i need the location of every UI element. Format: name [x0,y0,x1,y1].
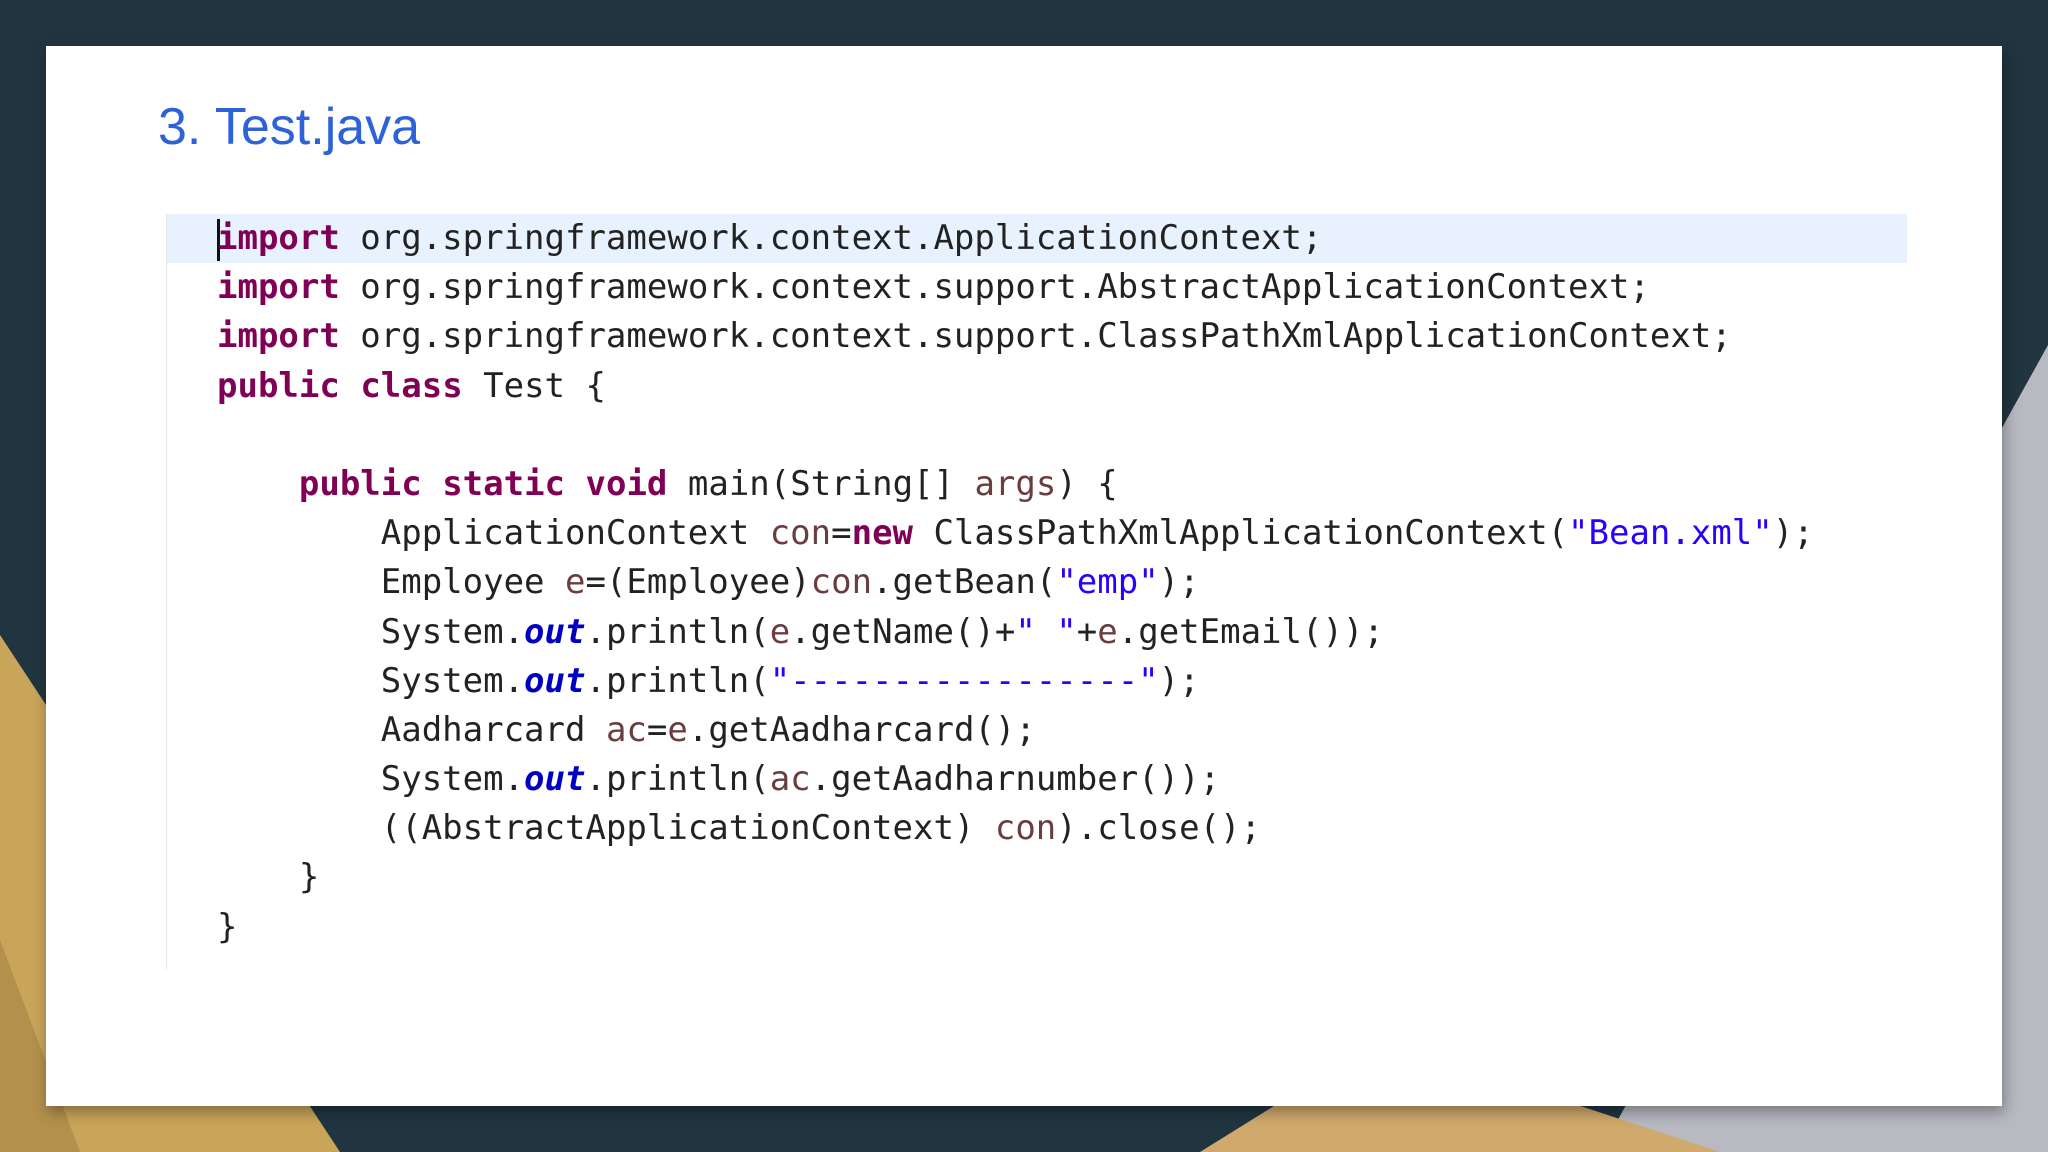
code-token-plain: .getAadharcard(); [687,709,1036,750]
code-line: } [217,903,1814,952]
code-token-plain: System. [217,611,525,652]
code-token-var: e [769,611,791,652]
code-line: public static void main(String[] args) { [217,460,1814,509]
code-token-var: e [667,709,688,750]
code-token-var: con [769,513,832,554]
code-token-plain: =(Employee) [585,562,811,603]
code-line: import org.springframework.context.Appli… [217,214,1814,263]
code-token-field: out [524,759,586,800]
code-token-str: "emp" [1056,562,1159,603]
code-token-plain: org.springframework.context.ApplicationC… [339,218,1323,258]
code-token-plain: .getName()+ [790,611,1016,652]
code-line: import org.springframework.context.suppo… [217,312,1814,361]
code-token-plain: System. [217,660,525,701]
code-token-plain: .getEmail()); [1117,611,1384,652]
code-token-plain: = [646,709,668,750]
code-token-str: "-----------------" [769,660,1159,701]
code-token-kw: public [217,365,340,406]
code-token-plain: ((AbstractApplicationContext) [217,808,995,849]
code-token-kw: class [360,365,463,406]
code-token-field: out [524,611,586,652]
code-token-kw: public [298,463,422,504]
code-token-kw: import [217,316,340,357]
code-line: System.out.println("-----------------"); [217,657,1814,706]
code-token-plain: org.springframework.context.support.Clas… [339,316,1732,357]
code-block: import org.springframework.context.Appli… [217,214,1814,952]
code-token-plain: main(String[] [667,463,975,504]
code-line: Aadharcard ac=e.getAadharcard(); [217,706,1814,755]
code-line: ApplicationContext con=new ClassPathXmlA… [217,509,1814,558]
code-token-kw: static [442,463,566,504]
code-token-str: "Bean.xml" [1568,513,1773,554]
code-token-field: out [524,660,586,701]
code-token-plain: org.springframework.context.support.Abst… [339,267,1650,308]
code-token-plain: .getAadharnumber()); [810,759,1221,800]
code-line: System.out.println(e.getName()+" "+e.get… [217,608,1814,657]
slide-title: 3. Test.java [158,98,421,156]
code-token-plain: System. [217,759,525,800]
code-token-plain: ).close(); [1056,808,1261,849]
code-token-plain: } [217,906,238,947]
code-line: public class Test { [217,362,1814,411]
code-token-plain: .println( [585,660,770,701]
code-line: ((AbstractApplicationContext) con).close… [217,804,1814,853]
code-line: System.out.println(ac.getAadharnumber())… [217,755,1814,804]
code-token-var: con [810,562,873,603]
code-token-plain: .println( [585,611,770,652]
code-line: } [217,853,1814,902]
code-token-var: ac [769,759,811,800]
code-token-plain: ClassPathXmlApplicationContext( [913,513,1569,554]
code-token-str: " " [1015,611,1077,652]
code-token-plain: Employee [217,562,565,603]
code-token-plain: .println( [585,759,770,800]
code-token-var: e [565,562,586,603]
code-line: import org.springframework.context.suppo… [217,263,1814,312]
code-token-plain: = [831,513,852,554]
code-token-plain: ) { [1056,463,1118,504]
code-line: Employee e=(Employee)con.getBean("emp"); [217,558,1814,607]
code-token-plain: + [1076,611,1098,652]
code-token-plain: } [217,857,320,898]
code-token-plain: ApplicationContext [217,513,770,554]
code-token-plain: .getBean( [872,562,1057,603]
code-token-plain: ); [1158,660,1200,701]
code-token-kw: void [585,463,668,504]
code-token-var: ac [605,709,647,750]
code-token-plain: ); [1158,562,1200,603]
code-token-kw: import [217,218,340,258]
slide-stage: 3. Test.java import org.springframework.… [0,0,2048,1152]
code-token-plain: Aadharcard [217,709,606,750]
code-token-plain: Test { [462,365,606,406]
code-token-kw: import [217,267,340,308]
code-token-plain: ); [1772,513,1814,554]
code-token-var: args [974,463,1057,504]
code-token-var: e [1097,611,1118,652]
code-token-var: con [994,808,1057,849]
code-editor-panel: import org.springframework.context.Appli… [166,214,1907,970]
code-token-kw: new [851,513,914,554]
